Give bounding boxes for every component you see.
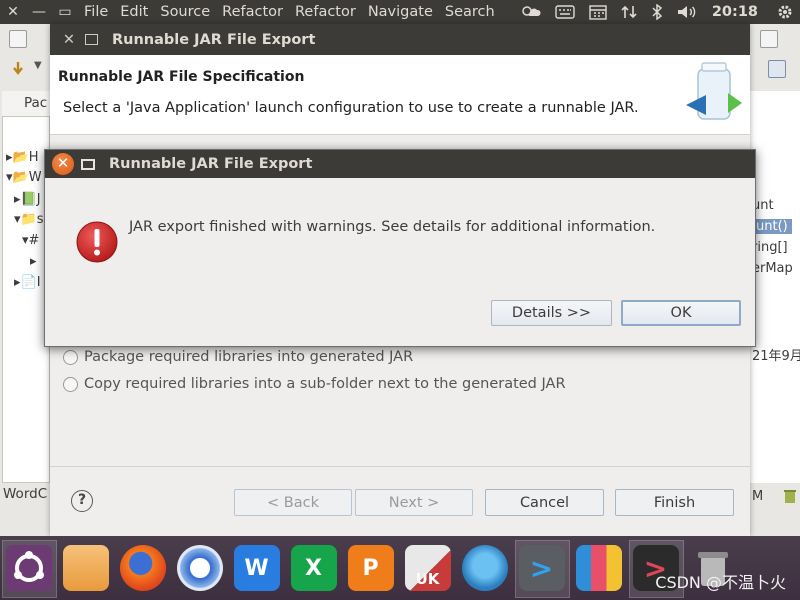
option-copy-libraries[interactable]: Copy required libraries into a sub-folde… xyxy=(63,376,566,392)
dock-item-browser[interactable] xyxy=(171,536,228,600)
bluetooth-icon[interactable] xyxy=(644,4,670,20)
app-icon xyxy=(461,545,508,591)
back-button[interactable]: < Back xyxy=(234,489,352,516)
menu-edit[interactable]: Edit xyxy=(114,4,154,20)
wps-spreadsheet-icon: X xyxy=(290,545,337,591)
option-package-libraries[interactable]: Package required libraries into generate… xyxy=(63,349,413,365)
software-updater-icon: UK xyxy=(404,545,451,591)
menu-source[interactable]: Source xyxy=(154,4,216,20)
outline-item-selected[interactable]: unt() xyxy=(752,219,792,234)
weather-icon[interactable] xyxy=(512,4,548,20)
vscode-icon: > xyxy=(518,545,565,591)
keyboard-icon[interactable] xyxy=(548,5,582,19)
dock-item-writer[interactable]: W xyxy=(228,536,285,600)
cancel-button[interactable]: Cancel xyxy=(485,489,604,516)
run-arrow-icon[interactable] xyxy=(9,60,27,78)
screenshot-icon xyxy=(575,545,622,591)
tree-item[interactable]: ▾# xyxy=(22,233,39,248)
alert-title-bar: ✕ Runnable JAR File Export xyxy=(45,150,755,178)
jar-export-icon xyxy=(676,59,750,125)
finish-button[interactable]: Finish xyxy=(615,489,734,516)
menu-file[interactable]: File xyxy=(78,4,114,20)
alert-message: JAR export finished with warnings. See d… xyxy=(129,219,656,235)
window-close-icon[interactable]: ✕ xyxy=(0,4,26,20)
tree-item[interactable]: ▸📗J xyxy=(14,192,41,207)
tree-item-label: W xyxy=(28,170,42,185)
close-icon[interactable]: ✕ xyxy=(57,32,81,48)
banner-description: Select a 'Java Application' launch confi… xyxy=(63,100,639,116)
tree-item-label: # xyxy=(28,233,40,248)
wps-writer-icon: W xyxy=(233,545,280,591)
ok-button[interactable]: OK xyxy=(621,300,741,326)
close-icon[interactable]: ✕ xyxy=(52,153,74,175)
ubuntu-logo-icon xyxy=(5,545,52,591)
dock-item-firefox[interactable] xyxy=(114,536,171,600)
top-panel: ✕ — ▭ File Edit Source Refactor Refactor… xyxy=(0,0,800,24)
trash-small-icon[interactable] xyxy=(783,488,797,508)
pilcrow-icon[interactable] xyxy=(760,30,778,48)
browser-icon xyxy=(176,545,223,591)
next-button[interactable]: Next > xyxy=(355,489,473,516)
tree-item-label: s xyxy=(36,212,44,227)
outline-item[interactable]: erMap xyxy=(752,261,793,276)
window-minimize-icon[interactable]: — xyxy=(26,4,52,20)
outline-panel xyxy=(749,91,800,483)
dock-item-vscode[interactable]: > xyxy=(513,536,570,600)
package-explorer-tab[interactable]: Pac xyxy=(2,91,50,117)
window-maximize-icon[interactable]: ▭ xyxy=(52,4,78,20)
files-icon xyxy=(62,545,109,591)
settings-gear-icon[interactable] xyxy=(770,4,800,20)
radio-button[interactable] xyxy=(63,349,78,365)
help-icon[interactable]: ? xyxy=(71,490,93,512)
menu-search[interactable]: Search xyxy=(439,4,501,20)
bottom-view-label[interactable]: WordC xyxy=(3,486,47,502)
details-button[interactable]: Details >> xyxy=(491,300,612,326)
tree-item[interactable]: ▸ xyxy=(30,254,37,269)
dock-item-spreadsheet[interactable]: X xyxy=(285,536,342,600)
calendar-icon[interactable] xyxy=(582,4,614,20)
wizard-title: Runnable JAR File Export xyxy=(112,31,316,48)
dock-item-ubuntu[interactable] xyxy=(0,536,57,600)
menu-navigate[interactable]: Navigate xyxy=(362,4,439,20)
firefox-icon xyxy=(119,545,166,591)
tree-item[interactable]: ▾📁s xyxy=(14,212,44,227)
clock[interactable]: 20:18 xyxy=(704,4,770,20)
alert-title: Runnable JAR File Export xyxy=(109,156,313,172)
wizard-title-bar: ✕ Runnable JAR File Export xyxy=(50,24,750,55)
tree-item-label: I xyxy=(36,275,41,290)
status-item: M xyxy=(752,489,764,504)
csdn-watermark: CSDN @不温卜火 xyxy=(655,573,786,592)
dock-item-updater[interactable]: UK xyxy=(399,536,456,600)
tree-item-label: H xyxy=(28,150,39,165)
java-perspective-icon[interactable] xyxy=(768,60,786,78)
date-item[interactable]: 21年9月 xyxy=(752,345,800,364)
menu-refactor-2[interactable]: Refactor xyxy=(289,4,362,20)
dock-item-files[interactable] xyxy=(57,536,114,600)
dock-item-app[interactable] xyxy=(456,536,513,600)
dock-item-presentation[interactable]: P xyxy=(342,536,399,600)
warning-icon xyxy=(75,220,119,264)
tree-item[interactable]: ▸📄I xyxy=(14,275,41,290)
wps-presentation-icon: P xyxy=(347,545,394,591)
maximize-icon[interactable] xyxy=(81,158,95,170)
banner-title: Runnable JAR File Specification xyxy=(58,69,305,85)
export-result-dialog: ✕ Runnable JAR File Export JAR export fi… xyxy=(44,149,756,347)
package-explorer-label: Pac xyxy=(24,95,48,111)
dock-item-screenshot[interactable] xyxy=(570,536,627,600)
wizard-banner: Runnable JAR File Specification Select a… xyxy=(50,55,750,135)
tree-item[interactable]: ▾📂W xyxy=(6,170,42,185)
network-icon[interactable] xyxy=(614,4,644,20)
volume-icon[interactable] xyxy=(670,4,704,20)
outline-item[interactable]: ring[] xyxy=(752,240,788,255)
option-label: Package required libraries into generate… xyxy=(84,349,414,365)
new-file-icon[interactable] xyxy=(9,30,27,48)
divider xyxy=(50,466,750,467)
option-label: Copy required libraries into a sub-folde… xyxy=(84,376,566,392)
menu-refactor[interactable]: Refactor xyxy=(216,4,289,20)
radio-button[interactable] xyxy=(63,376,78,392)
tree-item[interactable]: ▸📂H xyxy=(6,150,39,165)
maximize-icon[interactable] xyxy=(85,34,98,45)
tree-item-label: J xyxy=(36,192,41,207)
